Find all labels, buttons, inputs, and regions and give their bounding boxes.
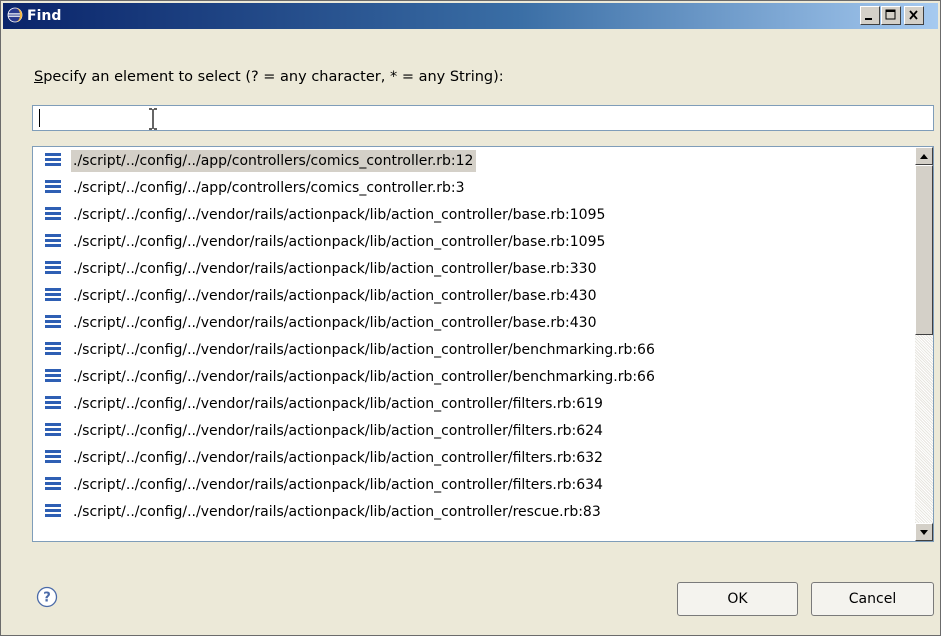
stack-frame-icon bbox=[45, 450, 61, 463]
stack-frame-icon bbox=[45, 153, 61, 166]
list-item-label: ./script/../config/../vendor/rails/actio… bbox=[73, 477, 603, 493]
results-list[interactable]: ./script/../config/../app/controllers/co… bbox=[32, 146, 934, 542]
stack-frame-icon bbox=[45, 315, 61, 328]
close-icon bbox=[909, 10, 918, 20]
help-button[interactable]: ? bbox=[36, 586, 58, 608]
list-item[interactable]: ./script/../config/../vendor/rails/actio… bbox=[33, 390, 893, 417]
stack-frame-icon bbox=[45, 396, 61, 409]
list-item[interactable]: ./script/../config/../vendor/rails/actio… bbox=[33, 228, 893, 255]
vertical-scrollbar[interactable] bbox=[915, 147, 933, 541]
list-item[interactable]: ./script/../config/../vendor/rails/actio… bbox=[33, 444, 893, 471]
stack-frame-icon bbox=[45, 234, 61, 247]
stack-frame-icon bbox=[45, 423, 61, 436]
list-item-label: ./script/../config/../vendor/rails/actio… bbox=[73, 234, 606, 250]
prompt-text: pecify an element to select (? = any cha… bbox=[43, 69, 504, 85]
list-item-label: ./script/../config/../vendor/rails/actio… bbox=[73, 342, 655, 358]
results-rows: ./script/../config/../app/controllers/co… bbox=[33, 147, 915, 541]
help-icon: ? bbox=[36, 586, 58, 608]
stack-frame-icon bbox=[45, 261, 61, 274]
list-item-label: ./script/../config/../vendor/rails/actio… bbox=[73, 315, 597, 331]
maximize-button[interactable] bbox=[881, 6, 901, 25]
close-button[interactable] bbox=[904, 6, 924, 25]
list-item-label: ./script/../config/../vendor/rails/actio… bbox=[73, 504, 601, 520]
stack-frame-icon bbox=[45, 504, 61, 517]
minimize-button[interactable] bbox=[860, 6, 880, 25]
list-item[interactable]: ./script/../config/../app/controllers/co… bbox=[33, 174, 893, 201]
arrow-down-icon bbox=[920, 530, 928, 535]
list-item-label: ./script/../config/../app/controllers/co… bbox=[71, 150, 477, 172]
list-item-label: ./script/../config/../vendor/rails/actio… bbox=[73, 450, 603, 466]
stack-frame-icon bbox=[45, 180, 61, 193]
list-item-label: ./script/../config/../vendor/rails/actio… bbox=[73, 369, 655, 385]
scrollbar-thumb[interactable] bbox=[915, 165, 933, 335]
minimize-icon bbox=[865, 18, 872, 20]
window-title: Find bbox=[27, 8, 62, 24]
stack-frame-icon bbox=[45, 477, 61, 490]
list-item[interactable]: ./script/../config/../vendor/rails/actio… bbox=[33, 498, 893, 525]
list-item[interactable]: ./script/../config/../vendor/rails/actio… bbox=[33, 363, 893, 390]
scroll-down-button[interactable] bbox=[915, 523, 933, 541]
text-caret bbox=[39, 109, 40, 127]
search-prompt-label: Specify an element to select (? = any ch… bbox=[34, 69, 504, 85]
list-item[interactable]: ./script/../config/../vendor/rails/actio… bbox=[33, 471, 893, 498]
svg-text:?: ? bbox=[43, 591, 51, 606]
list-item[interactable]: ./script/../config/../vendor/rails/actio… bbox=[33, 282, 893, 309]
prompt-mnemonic: S bbox=[34, 69, 44, 85]
list-item[interactable]: ./script/../config/../vendor/rails/actio… bbox=[33, 417, 893, 444]
stack-frame-icon bbox=[45, 369, 61, 382]
list-item-label: ./script/../config/../vendor/rails/actio… bbox=[73, 207, 606, 223]
find-dialog: Find Specify an element to select (? = a… bbox=[0, 0, 941, 636]
list-item-label: ./script/../config/../app/controllers/co… bbox=[73, 180, 465, 196]
list-item[interactable]: ./script/../config/../app/controllers/co… bbox=[33, 147, 893, 174]
ok-button[interactable]: OK bbox=[677, 582, 798, 616]
list-item-label: ./script/../config/../vendor/rails/actio… bbox=[73, 288, 597, 304]
search-input[interactable] bbox=[32, 105, 934, 131]
ibeam-cursor-icon bbox=[149, 108, 157, 130]
list-item[interactable]: ./script/../config/../vendor/rails/actio… bbox=[33, 255, 893, 282]
list-item[interactable]: ./script/../config/../vendor/rails/actio… bbox=[33, 309, 893, 336]
maximize-icon bbox=[885, 9, 896, 20]
stack-frame-icon bbox=[45, 288, 61, 301]
list-item-label: ./script/../config/../vendor/rails/actio… bbox=[73, 423, 603, 439]
eclipse-icon bbox=[7, 7, 23, 23]
scroll-up-button[interactable] bbox=[915, 147, 933, 165]
stack-frame-icon bbox=[45, 342, 61, 355]
stack-frame-icon bbox=[45, 207, 61, 220]
list-item[interactable]: ./script/../config/../vendor/rails/actio… bbox=[33, 201, 893, 228]
arrow-up-icon bbox=[920, 154, 928, 159]
list-item-label: ./script/../config/../vendor/rails/actio… bbox=[73, 396, 603, 412]
list-item[interactable]: ./script/../config/../vendor/rails/actio… bbox=[33, 336, 893, 363]
list-item-label: ./script/../config/../vendor/rails/actio… bbox=[73, 261, 597, 277]
cancel-button[interactable]: Cancel bbox=[811, 582, 934, 616]
title-bar[interactable]: Find bbox=[3, 3, 938, 29]
